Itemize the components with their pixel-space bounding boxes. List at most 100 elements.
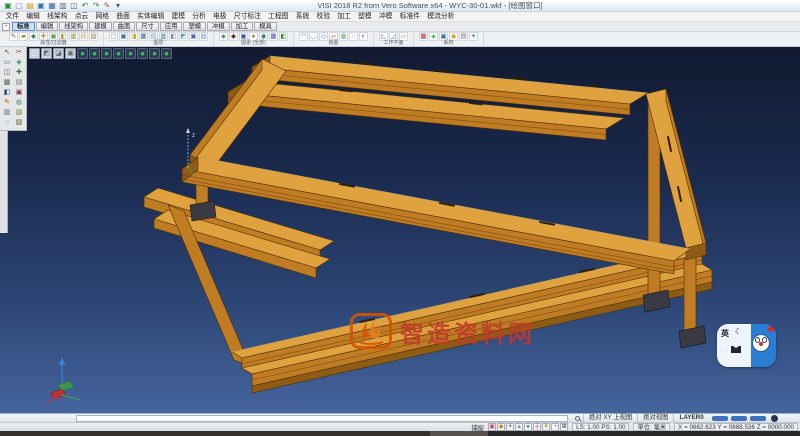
menu-item[interactable]: 尺寸标注	[230, 12, 264, 22]
ribbon-tool-icon[interactable]: ▣	[119, 32, 128, 41]
snap-toggle-icon[interactable]: ▼	[542, 423, 550, 431]
view-icon[interactable]: ◪	[53, 48, 64, 59]
ribbon-tool-icon[interactable]: ◡	[309, 32, 318, 41]
menu-item[interactable]: 文件	[2, 12, 23, 22]
ribbon-tool-icon[interactable]: ▦	[269, 32, 278, 41]
ribbon-tool-icon[interactable]: ▣	[189, 32, 198, 41]
ribbon-tab[interactable]: 建模	[89, 22, 112, 31]
view-icon[interactable]: ●	[149, 48, 160, 59]
snap-toggle-icon[interactable]: ⊞	[560, 423, 568, 431]
tool-icon[interactable]: ▣	[13, 88, 25, 98]
save-all-icon[interactable]: ▦	[47, 0, 57, 11]
menu-item[interactable]: 建模	[168, 12, 189, 22]
menu-item[interactable]: 点云	[71, 12, 92, 22]
tool-icon[interactable]: ▧	[13, 108, 25, 118]
tool-icon[interactable]: ◈	[13, 58, 25, 68]
tool-icon[interactable]: ▭	[1, 58, 13, 68]
ribbon-tool-icon[interactable]: ▥	[69, 32, 78, 41]
redo-icon[interactable]: ↷	[91, 0, 101, 11]
ribbon-tool-icon[interactable]: ▦	[139, 32, 148, 41]
ribbon-tool-icon[interactable]: ◌	[349, 32, 358, 41]
view-icon[interactable]: ●	[137, 48, 148, 59]
menu-item[interactable]: 工程图	[265, 12, 293, 22]
view-icon[interactable]: ▢	[29, 48, 40, 59]
app-logo-icon[interactable]: ▣	[3, 0, 13, 11]
globe-icon[interactable]	[771, 415, 778, 422]
snap-toggle-icon[interactable]: ◆	[497, 423, 505, 431]
ribbon-tool-icon[interactable]: ◠	[299, 32, 308, 41]
ribbon-tool-icon[interactable]: ▰	[19, 32, 28, 41]
ribbon-tool-icon[interactable]: ▤	[79, 32, 88, 41]
ribbon-tool-icon[interactable]: ◇	[319, 32, 328, 41]
tool-icon[interactable]: ◌	[1, 118, 13, 128]
view-icon[interactable]: ●	[125, 48, 136, 59]
ribbon-collapse-button[interactable]: -	[2, 23, 10, 31]
menu-item[interactable]: 校验	[313, 12, 334, 22]
ribbon-tab[interactable]: 塑模	[183, 22, 206, 31]
menu-item[interactable]: 网格	[92, 12, 113, 22]
ribbon-tool-icon[interactable]: ▤	[459, 32, 468, 41]
undo-icon[interactable]: ↶	[80, 0, 90, 11]
ribbon-tool-icon[interactable]: ✎	[9, 32, 18, 41]
ribbon-tool-icon[interactable]: ◍	[339, 32, 348, 41]
menu-item[interactable]: 线架构	[44, 12, 72, 22]
ribbon-tab[interactable]: 曲面	[113, 22, 136, 31]
preview-icon[interactable]: ◫	[69, 0, 79, 11]
ribbon-tool-icon[interactable]: ◈	[429, 32, 438, 41]
tool-icon[interactable]: ◫	[1, 68, 13, 78]
open-file-icon[interactable]: ▤	[25, 0, 35, 11]
ribbon-tab[interactable]: 线架构	[59, 22, 88, 31]
coordinate-system-indicator[interactable]: 绝对视图	[637, 414, 673, 422]
tool-icon[interactable]: ▩	[1, 78, 13, 88]
view-icon[interactable]: ●	[161, 48, 172, 59]
tool-icon[interactable]: ◧	[1, 88, 13, 98]
tool-icon[interactable]: ✂	[13, 48, 25, 58]
ribbon-tool-icon[interactable]: ▨	[199, 32, 208, 41]
snap-toggle-icon[interactable]: ▣	[488, 423, 496, 431]
ribbon-tool-icon[interactable]: ▢	[109, 32, 118, 41]
ribbon-tool-icon[interactable]: ◐	[359, 32, 368, 41]
tool-icon[interactable]: ◍	[13, 98, 25, 108]
snap-toggle-icon[interactable]: ◔	[551, 423, 559, 431]
menu-item[interactable]: 实体编辑	[133, 12, 167, 22]
command-input[interactable]	[76, 415, 568, 422]
view-icon[interactable]: ●	[101, 48, 112, 59]
ribbon-tool-icon[interactable]: ◆	[229, 32, 238, 41]
ribbon-tool-icon[interactable]: ✦	[469, 32, 478, 41]
ribbon-tab[interactable]: 尺寸	[136, 22, 159, 31]
menu-item[interactable]: 编辑	[23, 12, 44, 22]
menu-item[interactable]: 加工	[334, 12, 355, 22]
menu-item[interactable]: 模流分析	[424, 12, 458, 22]
ribbon-tab[interactable]: 冲模	[207, 22, 230, 31]
print-icon[interactable]: ▥	[58, 0, 68, 11]
ribbon-tool-icon[interactable]: ▦	[419, 32, 428, 41]
menu-item[interactable]: 分析	[189, 12, 210, 22]
tool-icon[interactable]: ▥	[1, 108, 13, 118]
ribbon-tab[interactable]: 标准	[12, 22, 35, 31]
view-icon[interactable]: ◩	[41, 48, 52, 59]
view-icon[interactable]: ●	[77, 48, 88, 59]
tool-icon[interactable]: ✎	[1, 98, 13, 108]
view-icon[interactable]: ●	[113, 48, 124, 59]
ribbon-tool-icon[interactable]: ◩	[179, 32, 188, 41]
tool-icon[interactable]: ▨	[13, 118, 25, 128]
brush-icon[interactable]: ✎	[102, 0, 112, 11]
menu-item[interactable]: 塑模	[355, 12, 376, 22]
tool-icon[interactable]: ✚	[13, 68, 25, 78]
view-icon[interactable]: ●	[89, 48, 100, 59]
menu-item[interactable]: 曲面	[113, 12, 134, 22]
ribbon-tool-icon[interactable]: ◆	[29, 32, 38, 41]
ribbon-tool-icon[interactable]: ▧	[89, 32, 98, 41]
ribbon-tool-icon[interactable]: ◧	[169, 32, 178, 41]
viewport[interactable]: Z ↖✂▭◈◫✚▩▤◧▣✎◍▥▧◌▨ ▢◩◪▣●●●●●●●●	[0, 47, 800, 413]
active-layer-indicator[interactable]: LAYER0	[673, 414, 708, 422]
ribbon-tab[interactable]: 编辑	[36, 22, 59, 31]
ribbon-tool-icon[interactable]: ◧	[279, 32, 288, 41]
snap-toggle-icon[interactable]: ✦	[506, 423, 514, 431]
tool-icon[interactable]: ↖	[1, 48, 13, 58]
tool-icon[interactable]: ▤	[13, 78, 25, 88]
ribbon-tab[interactable]: 模具	[254, 22, 277, 31]
ime-status-badge[interactable]: 英 ☾ · ·	[717, 324, 776, 367]
menu-item[interactable]: 冲模	[375, 12, 396, 22]
ribbon-tab[interactable]: 应用	[160, 22, 183, 31]
